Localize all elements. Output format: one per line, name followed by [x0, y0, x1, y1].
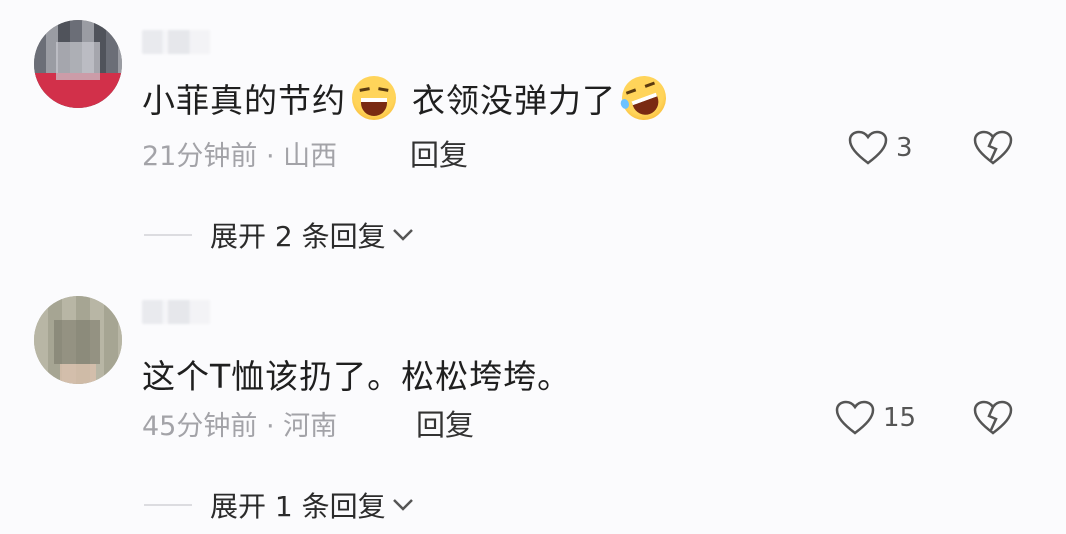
expand-replies-button[interactable]: 展开 2 条回复	[144, 215, 414, 255]
comment-text: 小菲真的节约 衣领没弹力了	[142, 69, 673, 127]
dislike-button[interactable]	[973, 400, 1013, 440]
reply-button[interactable]: 回复	[410, 132, 468, 174]
reply-button[interactable]: 回复	[416, 402, 474, 444]
dislike-button[interactable]	[973, 130, 1013, 170]
avatar[interactable]	[34, 296, 122, 384]
like-button[interactable]: 15	[835, 400, 916, 436]
location: 河南	[283, 411, 338, 442]
broken-heart-icon	[973, 400, 1013, 435]
comment-meta: 21分钟前 · 山西	[142, 134, 337, 173]
like-count: 3	[896, 133, 913, 163]
timestamp: 45分钟前	[142, 411, 258, 442]
like-count: 15	[883, 403, 917, 433]
separator: ·	[265, 411, 275, 442]
timestamp: 21分钟前	[142, 141, 258, 172]
chevron-down-icon	[392, 499, 413, 511]
chevron-down-icon	[392, 229, 413, 241]
username-blurred[interactable]	[142, 30, 210, 54]
divider-line	[144, 234, 192, 236]
expand-replies-button[interactable]: 展开 1 条回复	[144, 485, 414, 525]
grinning-squint-emoji-icon	[352, 76, 396, 120]
broken-heart-icon	[973, 130, 1013, 165]
comment-item: 这个T恤该扔了。松松垮垮。 45分钟前 · 河南 回复 15 展开 1 条回复	[0, 270, 1066, 534]
comment-meta: 45分钟前 · 河南	[142, 404, 337, 443]
rofl-emoji-icon	[615, 69, 673, 127]
comment-text-part: 衣领没弹力了	[412, 81, 616, 120]
divider-line	[144, 504, 192, 506]
heart-icon	[835, 400, 875, 435]
username-blurred[interactable]	[142, 300, 210, 324]
like-button[interactable]: 3	[848, 130, 913, 166]
expand-replies-label: 展开 2 条回复	[210, 220, 386, 253]
heart-icon	[848, 130, 888, 165]
separator: ·	[265, 141, 275, 172]
comment-text-part: 小菲真的节约	[142, 81, 346, 120]
location: 山西	[283, 141, 338, 172]
comment-item: 小菲真的节约 衣领没弹力了 21分钟前 · 山西 回复 3 展开 2 条回复	[0, 0, 1066, 270]
avatar[interactable]	[34, 20, 122, 108]
comment-text: 这个T恤该扔了。松松垮垮。	[142, 357, 572, 396]
expand-replies-label: 展开 1 条回复	[210, 490, 386, 523]
